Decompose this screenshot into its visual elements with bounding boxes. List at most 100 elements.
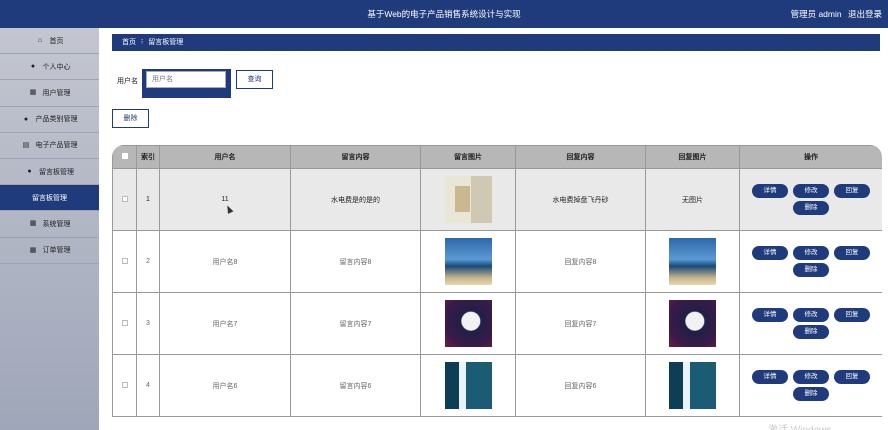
cell-reply-image	[645, 230, 740, 293]
cell-actions: 详情 修改 回复 删除	[739, 230, 882, 293]
user-icon: ●	[30, 63, 36, 71]
main-content: 首页 ⁝ 留言板管理 用户名 查询 删除 索引 用户名 留言内容 留言图片 回复内容…	[99, 28, 888, 430]
cell-username: 11	[159, 168, 291, 231]
search-username-label: 用户名	[117, 78, 138, 85]
sidebar-item-home[interactable]: ⌂ 首页	[0, 28, 99, 55]
header-username: 用户名	[159, 145, 291, 169]
edit-button[interactable]: 修改	[793, 308, 829, 322]
batch-delete-button[interactable]: 删除	[112, 109, 149, 128]
sidebar: ⌂ 首页 ● 个人中心 ▦ 用户管理 ● 产品类别管理 ▤ 电子产品管理 ● 留言板管理 留…	[0, 28, 99, 430]
user-area: 管理员 admin 退出登录	[787, 0, 882, 28]
reply-image-thumbnail[interactable]	[669, 238, 716, 285]
admin-user-label: 管理员 admin	[790, 9, 842, 19]
message-image-thumbnail[interactable]	[444, 176, 492, 223]
table-row[interactable]: 3 用户名7 留言内容7 回复内容7 详情 修改 回复 删除	[112, 292, 882, 355]
header-actions: 操作	[739, 145, 882, 169]
delete-button[interactable]: 删除	[793, 387, 829, 401]
cell-message-content: 水电费是的是的	[290, 168, 421, 231]
sidebar-item-label: 电子产品管理	[35, 142, 78, 150]
delete-button[interactable]: 删除	[793, 201, 829, 215]
sidebar-item-profile[interactable]: ● 个人中心	[0, 54, 99, 81]
breadcrumb-separator: ⁝	[141, 39, 144, 46]
reply-image-thumbnail[interactable]	[669, 300, 716, 347]
message-table: 索引 用户名 留言内容 留言图片 回复内容 回复图片 操作 1 11 水电费是的…	[112, 145, 882, 430]
details-button[interactable]: 详情	[752, 370, 788, 384]
select-all-checkbox[interactable]	[121, 153, 128, 159]
sidebar-item-label: 首页	[49, 37, 64, 45]
cell-message-image	[420, 168, 516, 231]
cell-message-content: 留言内容7	[290, 292, 421, 355]
cell-actions: 详情 修改 回复 删除	[739, 292, 882, 355]
cell-username: 用户名6	[159, 354, 291, 417]
header-reply-image: 回复图片	[645, 145, 740, 169]
sidebar-item-user-management[interactable]: ▦ 用户管理	[0, 80, 99, 107]
cell-message-image	[420, 292, 516, 355]
reply-button[interactable]: 回复	[834, 184, 870, 198]
delete-button[interactable]: 删除	[793, 263, 829, 277]
sidebar-item-message-board[interactable]: ● 留言板管理	[0, 159, 99, 186]
cell-message-content: 留言内容8	[290, 230, 421, 293]
query-button[interactable]: 查询	[236, 70, 273, 89]
edit-button[interactable]: 修改	[793, 370, 829, 384]
sidebar-item-system-management[interactable]: ▦ 系统管理	[0, 211, 99, 238]
breadcrumb-current: 留言板管理	[148, 39, 184, 46]
header-reply-content: 回复内容	[515, 145, 646, 169]
row-checkbox[interactable]	[121, 195, 128, 202]
message-image-thumbnail[interactable]	[444, 238, 492, 285]
header-message-content: 留言内容	[290, 145, 421, 169]
row-checkbox-cell	[112, 230, 137, 293]
details-button[interactable]: 详情	[752, 246, 788, 260]
username-search-input[interactable]	[146, 71, 226, 88]
user-icon: ●	[27, 168, 32, 176]
cell-reply-content: 回复内容8	[515, 230, 646, 293]
details-button[interactable]: 详情	[752, 308, 788, 322]
sidebar-item-order-management[interactable]: ▦ 订单管理	[0, 238, 99, 264]
cell-username: 用户名8	[159, 230, 291, 293]
reply-image-thumbnail[interactable]	[669, 362, 716, 409]
row-checkbox[interactable]	[121, 381, 128, 388]
header-index: 索引	[136, 145, 160, 169]
sidebar-item-label: 系统管理	[42, 220, 71, 228]
cell-actions: 详情 修改 回复 删除	[739, 354, 882, 417]
app-title: 基于Web的电子产品销售系统设计与实现	[367, 9, 521, 19]
reply-button[interactable]: 回复	[834, 370, 870, 384]
cell-message-image	[420, 354, 516, 417]
search-input-wrapper	[142, 69, 231, 98]
cell-actions: 详情 修改 回复 删除	[739, 168, 882, 231]
sidebar-item-product-management[interactable]: ▤ 电子产品管理	[0, 133, 99, 159]
edit-button[interactable]: 修改	[793, 246, 829, 260]
sidebar-item-label: 个人中心	[42, 63, 71, 71]
sidebar-item-category-management[interactable]: ● 产品类别管理	[0, 107, 99, 133]
table-row[interactable]: 4 用户名6 留言内容6 回复内容6 详情 修改 回复 删除	[112, 354, 882, 417]
cell-index: 4	[136, 354, 160, 417]
table-row[interactable]: 1 11 水电费是的是的 水电费掉盘飞丹砂 无图片 详情 修改 回复 删除	[112, 168, 882, 231]
sidebar-item-label: 用户管理	[42, 89, 71, 97]
edit-button[interactable]: 修改	[793, 184, 829, 198]
sidebar-subitem-message-board-management[interactable]: 留言板管理	[0, 185, 99, 212]
reply-button[interactable]: 回复	[834, 308, 870, 322]
row-checkbox[interactable]	[121, 319, 128, 326]
message-image-thumbnail[interactable]	[444, 362, 492, 409]
message-image-thumbnail[interactable]	[444, 300, 492, 347]
breadcrumb: 首页 ⁝ 留言板管理	[112, 34, 880, 51]
sidebar-item-label: 留言板管理	[39, 168, 74, 176]
details-button[interactable]: 详情	[752, 184, 788, 198]
cell-reply-image: 无图片	[645, 168, 740, 231]
table-row[interactable]: 2 用户名8 留言内容8 回复内容8 详情 修改 回复 删除	[112, 230, 882, 293]
reply-button[interactable]: 回复	[834, 246, 870, 260]
breadcrumb-home[interactable]: 首页	[122, 39, 136, 46]
select-all-header	[112, 145, 137, 169]
delete-button[interactable]: 删除	[793, 325, 829, 339]
row-checkbox[interactable]	[121, 257, 128, 264]
row-checkbox-cell	[112, 292, 137, 355]
logout-link[interactable]: 退出登录	[848, 9, 882, 19]
windows-activation-watermark: 激活 Windows	[768, 421, 831, 430]
grid-icon: ▦	[29, 89, 37, 97]
sidebar-item-label: 产品类别管理	[35, 116, 78, 124]
cell-message-image	[420, 230, 516, 293]
cell-index: 2	[136, 230, 160, 293]
cell-reply-content: 回复内容6	[515, 354, 646, 417]
cell-index: 3	[136, 292, 160, 355]
home-icon: ⌂	[37, 37, 43, 45]
sidebar-item-label: 订单管理	[42, 247, 71, 255]
